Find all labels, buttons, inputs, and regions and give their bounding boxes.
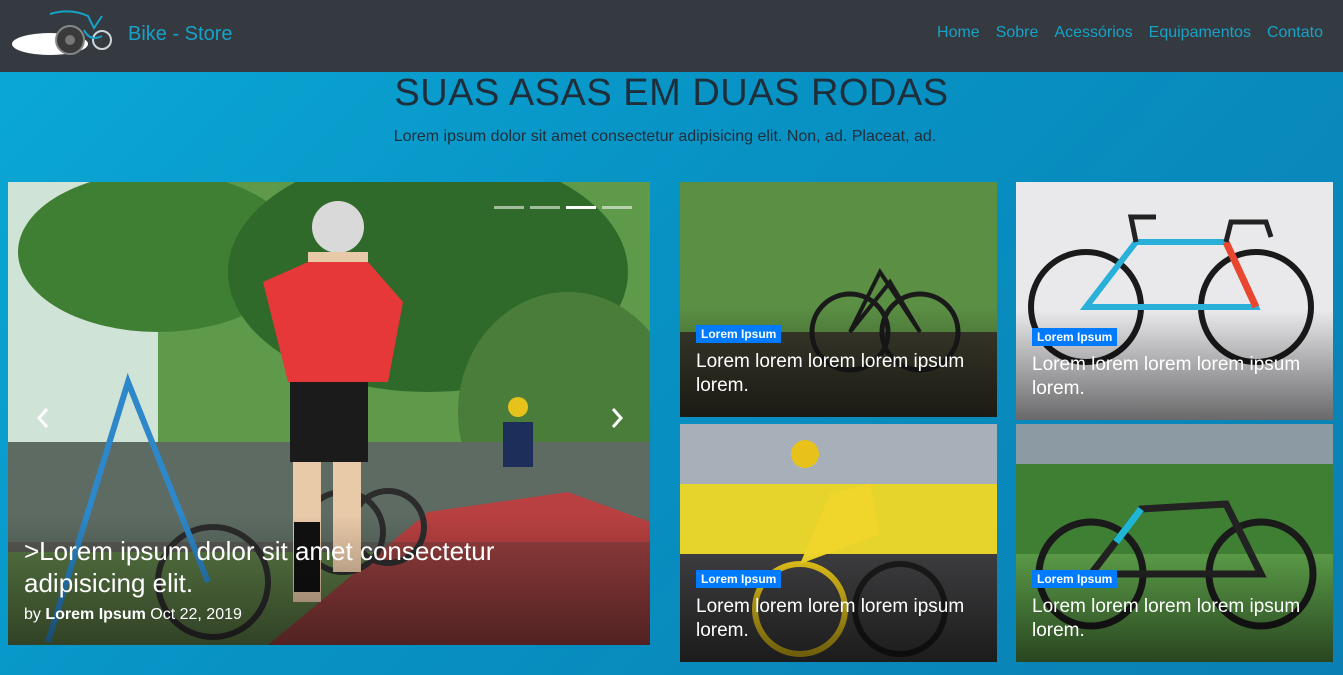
- carousel-caption-meta: by Lorem Ipsum Oct 22, 2019: [24, 606, 242, 624]
- carousel-indicator-2[interactable]: [530, 206, 560, 209]
- carousel-indicator-4[interactable]: [602, 206, 632, 209]
- card-4-title: Lorem lorem lorem lorem ipsum lorem.: [1032, 596, 1301, 641]
- carousel-indicator-1[interactable]: [494, 206, 524, 209]
- nav-link-contato[interactable]: Contato: [1267, 24, 1323, 42]
- nav-link-equipamentos[interactable]: Equipamentos: [1149, 24, 1251, 42]
- brand[interactable]: Bike - Store: [10, 8, 232, 60]
- nav-links: Home Sobre Acessórios Equipamentos Conta…: [921, 0, 1323, 66]
- card-3-badge: Lorem Ipsum: [696, 570, 782, 588]
- card-1[interactable]: Lorem Ipsum Lorem lorem lorem lorem ipsu…: [680, 182, 997, 417]
- carousel-indicators: [488, 206, 632, 209]
- bike-logo-icon: [12, 10, 112, 55]
- card-3[interactable]: Lorem Ipsum Lorem lorem lorem lorem ipsu…: [680, 424, 997, 662]
- carousel-prev-button[interactable]: [36, 407, 50, 435]
- navbar: Bike - Store Home Sobre Acessórios Equip…: [0, 0, 1343, 72]
- card-2[interactable]: Lorem Ipsum Lorem lorem lorem lorem ipsu…: [1016, 182, 1333, 420]
- caption-date: Oct 22, 2019: [150, 606, 242, 623]
- carousel-indicator-3[interactable]: [566, 206, 596, 209]
- caption-author: Lorem Ipsum: [45, 606, 146, 623]
- carousel-next-button[interactable]: [610, 407, 624, 435]
- card-4-badge: Lorem Ipsum: [1032, 570, 1118, 588]
- chevron-right-icon: [611, 408, 624, 428]
- card-2-badge: Lorem Ipsum: [1032, 328, 1118, 346]
- hero-subtitle: Lorem ipsum dolor sit amet consectetur a…: [393, 128, 937, 145]
- brand-name: Bike - Store: [128, 22, 233, 45]
- card-3-title: Lorem lorem lorem lorem ipsum lorem.: [696, 596, 965, 641]
- featured-carousel[interactable]: >Lorem ipsum dolor sit amet consectetur …: [8, 182, 650, 645]
- card-4[interactable]: Lorem Ipsum Lorem lorem lorem lorem ipsu…: [1016, 424, 1333, 662]
- chevron-left-icon: [36, 408, 49, 428]
- card-2-title: Lorem lorem lorem lorem ipsum lorem.: [1032, 354, 1301, 399]
- hero-title: SUAS ASAS EM DUAS RODAS: [394, 72, 949, 114]
- card-1-badge: Lorem Ipsum: [696, 325, 782, 343]
- nav-link-home[interactable]: Home: [937, 24, 980, 42]
- carousel-caption-title[interactable]: >Lorem ipsum dolor sit amet consectetur …: [24, 535, 584, 599]
- card-1-title: Lorem lorem lorem lorem ipsum lorem.: [696, 351, 965, 396]
- caption-by: by: [24, 606, 41, 623]
- nav-link-sobre[interactable]: Sobre: [996, 24, 1039, 42]
- nav-link-acessorios[interactable]: Acessórios: [1054, 24, 1132, 42]
